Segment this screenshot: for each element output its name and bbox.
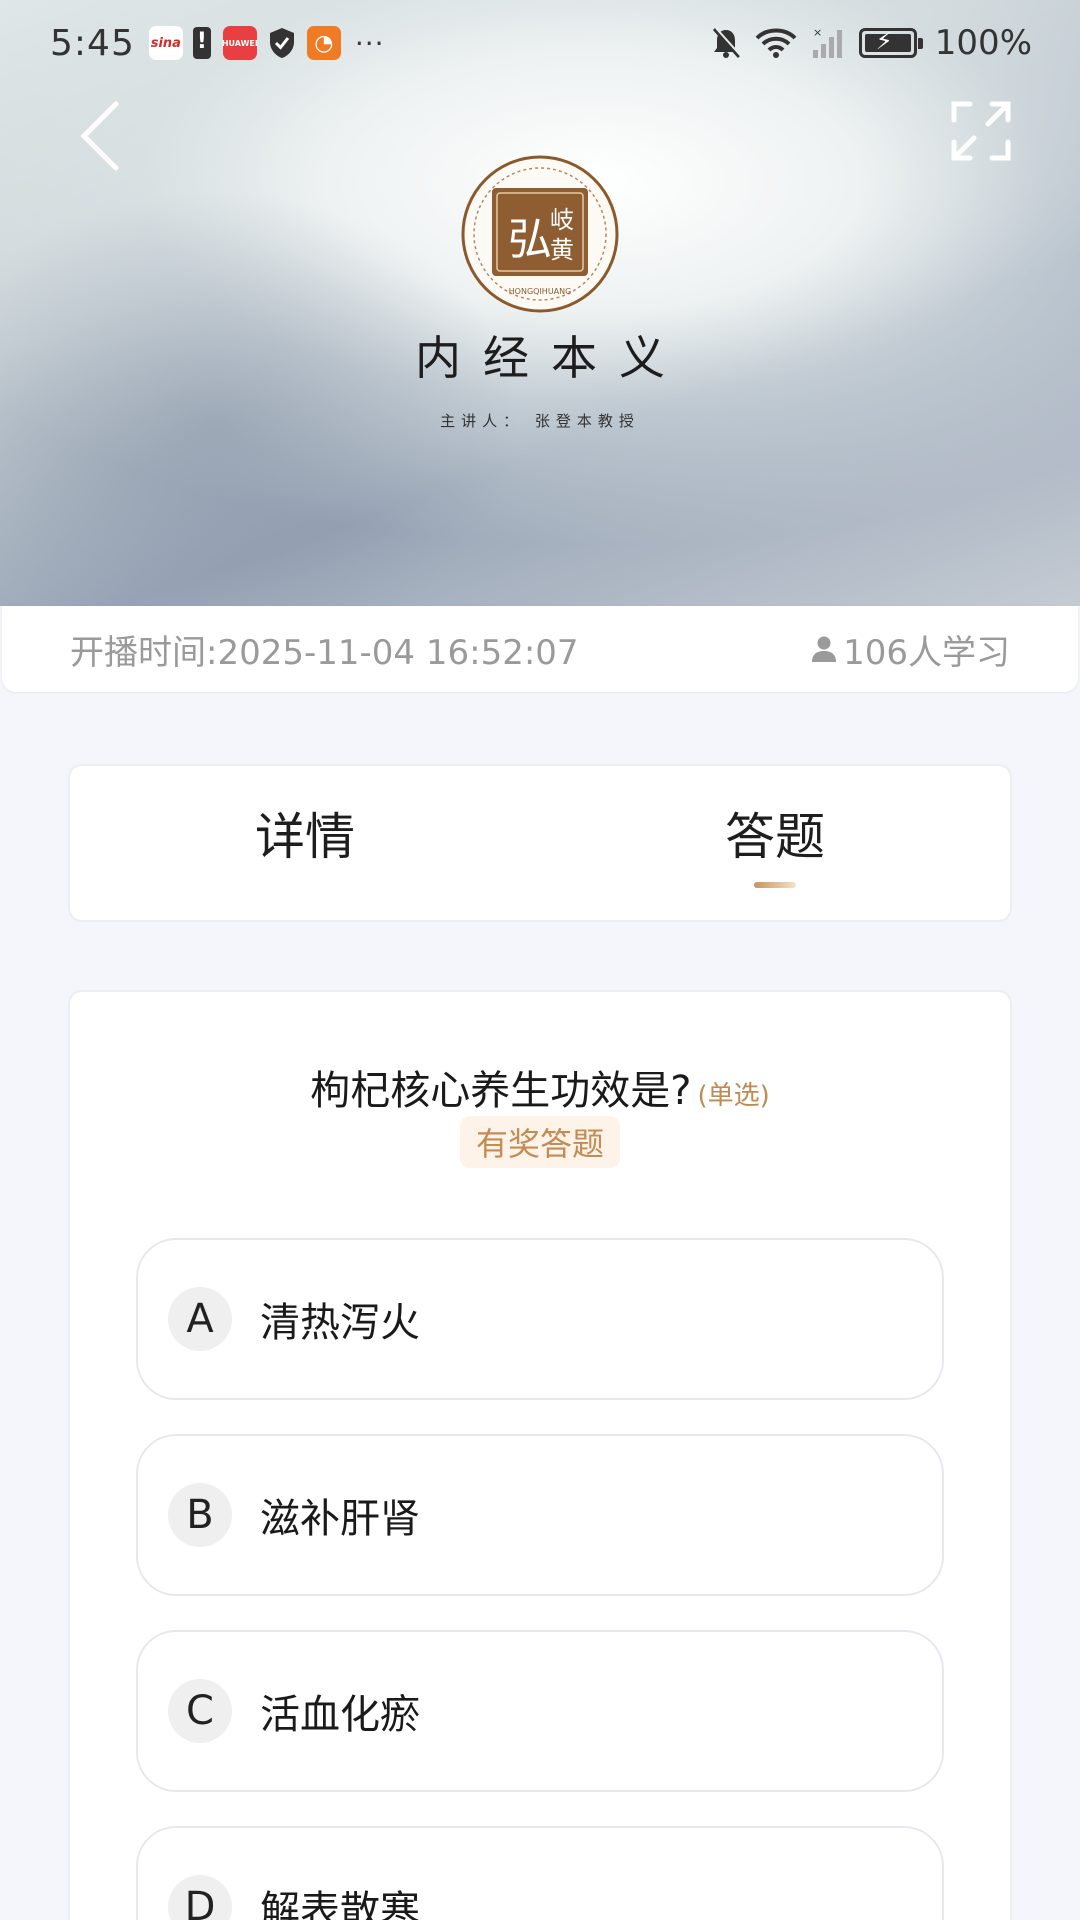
status-time: 5:45 xyxy=(50,22,135,64)
option-letter: B xyxy=(168,1483,232,1547)
tab-quiz-label: 答题 xyxy=(725,808,825,866)
person-icon xyxy=(812,636,837,662)
mute-bell-icon xyxy=(712,27,741,58)
tab-details[interactable]: 详情 xyxy=(70,766,540,920)
lecturer-label: 主讲人： 张登本教授 xyxy=(440,412,640,430)
tab-details-label: 详情 xyxy=(255,808,355,866)
option-letter: C xyxy=(168,1679,232,1743)
option-a[interactable]: A 清热泻火 xyxy=(136,1238,944,1400)
option-text: 解表散寒 xyxy=(260,1888,420,1920)
status-bar: 5:45 sina HUAWEI ◔ ··· xyxy=(0,0,1080,86)
battery-icon: ⚡ xyxy=(858,27,923,58)
battery-alert-icon xyxy=(192,27,211,59)
start-time-label: 开播时间:2025-11-04 16:52:07 xyxy=(70,632,579,673)
hongqihuang-logo: 弘 岐 黄 HONGQIHUANG xyxy=(461,155,619,313)
wifi-icon xyxy=(755,28,797,58)
svg-text:黄: 黄 xyxy=(550,236,574,264)
content-tabs: 详情 答题 xyxy=(68,764,1012,922)
course-title: 内经本义 xyxy=(415,331,687,385)
tab-quiz[interactable]: 答题 xyxy=(540,766,1010,920)
question-text: 枸杞核心养生功效是? xyxy=(310,1068,692,1114)
option-text: 活血化瘀 xyxy=(260,1692,420,1738)
more-notifications-icon: ··· xyxy=(354,26,385,60)
svg-text:×: × xyxy=(813,26,822,39)
option-letter: D xyxy=(168,1875,232,1920)
live-info-bar: 开播时间:2025-11-04 16:52:07 106人学习 xyxy=(2,606,1078,692)
signal-icon: × xyxy=(812,26,842,58)
back-arrow-icon[interactable] xyxy=(72,96,132,176)
option-d[interactable]: D 解表散寒 xyxy=(136,1826,944,1920)
orange-app-icon: ◔ xyxy=(306,26,341,60)
svg-text:HONGQIHUANG: HONGQIHUANG xyxy=(509,287,572,296)
svg-text:弘: 弘 xyxy=(508,214,552,265)
sina-icon: sina xyxy=(148,26,183,60)
option-c[interactable]: C 活血化瘀 xyxy=(136,1630,944,1792)
svg-text:岐: 岐 xyxy=(550,206,574,234)
question-card: 枸杞核心养生功效是? (单选) 有奖答题 A 清热泻火 B 滋补肝肾 C 活血化瘀… xyxy=(68,990,1012,1920)
option-text: 滋补肝肾 xyxy=(260,1496,420,1542)
option-letter: A xyxy=(168,1287,232,1351)
video-player[interactable]: 5:45 sina HUAWEI ◔ ··· xyxy=(0,0,1080,606)
learners-count: 106人学习 xyxy=(811,625,1010,674)
fullscreen-icon[interactable] xyxy=(950,100,1012,162)
option-text: 清热泻火 xyxy=(260,1300,420,1346)
battery-percent: 100% xyxy=(934,23,1032,63)
reward-badge: 有奖答题 xyxy=(460,1116,620,1168)
shield-icon xyxy=(269,28,294,58)
huawei-icon: HUAWEI xyxy=(222,26,258,60)
question-title: 枸杞核心养生功效是? (单选) xyxy=(70,1058,1010,1116)
active-tab-indicator xyxy=(754,882,796,888)
question-type: (单选) xyxy=(697,1081,770,1111)
learners-label: 106人学习 xyxy=(843,632,1010,673)
option-b[interactable]: B 滋补肝肾 xyxy=(136,1434,944,1596)
